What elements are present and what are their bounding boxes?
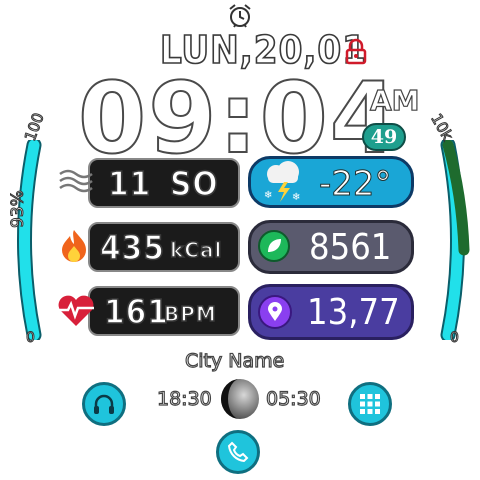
svg-text:❄: ❄ [292,192,300,203]
wind-value: 11 [107,163,152,204]
heart-value: 161 [103,291,169,332]
weather-temp: -22° [319,164,393,205]
wind-icon [59,169,93,193]
heart-pulse-icon [58,295,94,326]
phone-button[interactable] [216,430,260,474]
weather-storm-icon: ❄ ❄ [264,161,300,203]
battery-label-bottom: 0 [26,330,36,347]
steps-goal-arc [440,140,470,340]
time-display: 09:04 [77,69,400,169]
ampm-label: AM [369,83,420,117]
alarm-icon[interactable] [226,2,254,30]
location-pin-badge [258,295,292,329]
flame-icon [62,230,86,262]
music-button[interactable] [82,382,126,426]
battery-label-top: 100 [20,110,48,144]
wind-direction: SO [169,163,219,204]
calories-pill[interactable]: 435 kCal [88,222,240,272]
heart-pill[interactable]: 161 BPM [88,286,240,336]
leaf-icon-badge [258,230,290,262]
phone-icon [227,441,249,463]
steps-value: 8561 [309,227,392,268]
moon-phase-icon [221,379,259,419]
steps-goal-label-top: 10k [427,110,457,144]
steps-goal-label-bottom: 0 [450,330,460,347]
battery-arc [17,140,42,340]
seconds-value: 49 [370,126,398,148]
calories-unit: kCal [169,237,223,263]
sunrise-time: 18:30 [156,387,212,410]
seconds-badge: 49 [362,123,406,151]
heart-unit: BPM [163,301,217,327]
sunset-time: 05:30 [265,387,321,410]
location-pin-icon [268,302,282,321]
wind-pill[interactable]: 11 SO [88,158,240,208]
grid-menu-icon [360,394,380,414]
apps-button[interactable] [348,382,392,426]
headphones-icon [94,394,114,414]
distance-value: 13,77 [307,292,400,333]
leaf-icon [268,239,281,252]
city-name: City Name [184,349,285,372]
calories-value: 435 [99,227,165,268]
svg-text:❄: ❄ [264,190,272,201]
battery-percent: 93% [8,190,29,229]
